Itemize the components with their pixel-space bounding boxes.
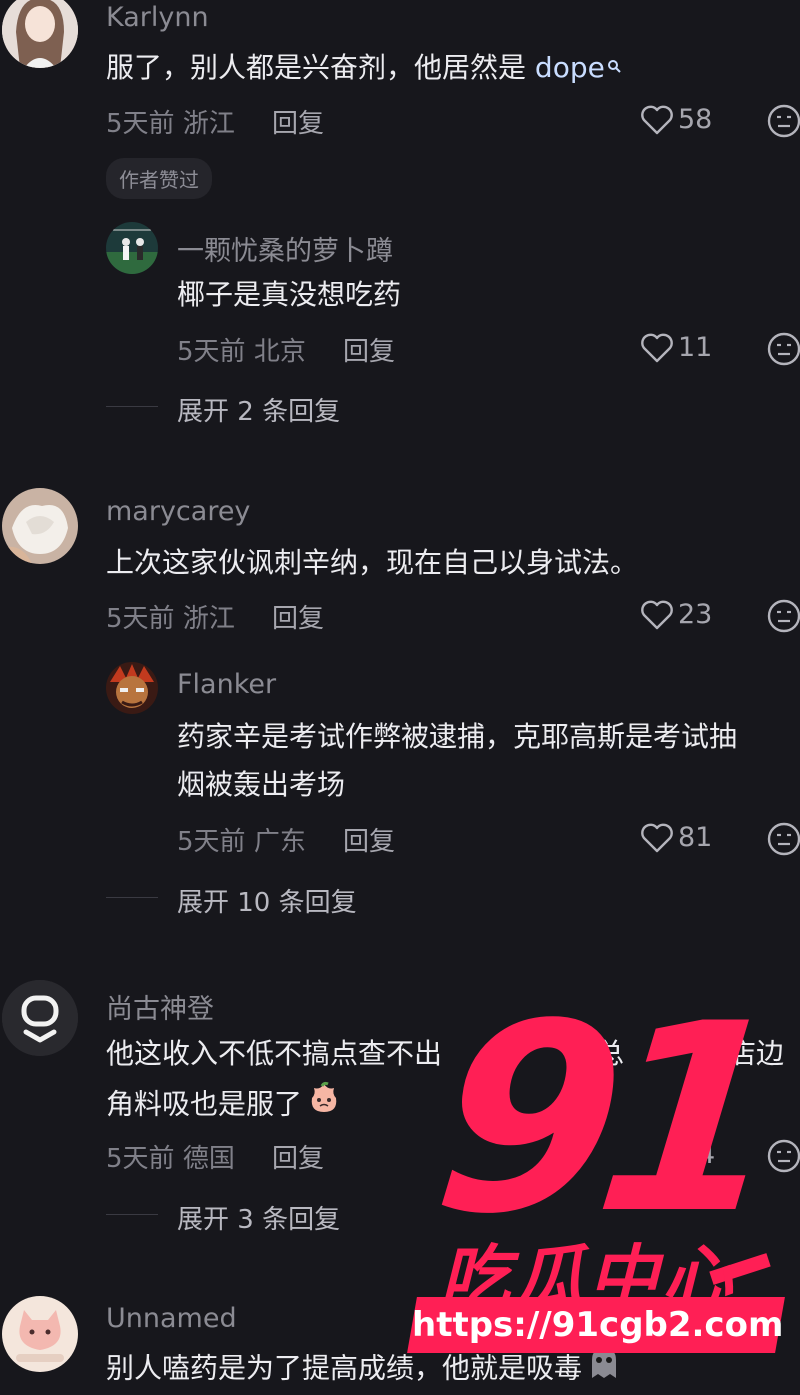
like-count: 81: [678, 822, 713, 853]
like-button[interactable]: 81: [640, 822, 712, 853]
watermark-url: https://91cgb2.com: [412, 1305, 784, 1345]
comment-meta: 5天前 浙江: [106, 604, 235, 634]
comment-text: 服了，别人都是兴奋剂，他居然是 dope: [106, 44, 621, 92]
emoji-react-icon[interactable]: [767, 599, 800, 633]
comment-text: 上次这家伙讽刺辛纳，现在自己以身试法。: [106, 546, 639, 579]
like-button[interactable]: 11: [640, 332, 712, 363]
reply-username[interactable]: Flanker: [177, 669, 276, 700]
reply-meta: 5天前 广东: [177, 827, 306, 857]
avatar[interactable]: [106, 662, 158, 714]
like-count: 58: [678, 104, 713, 135]
reply-meta: 5天前 北京: [177, 337, 306, 367]
comment-username[interactable]: Karlynn: [106, 2, 209, 33]
reply-button[interactable]: 回复: [272, 103, 324, 140]
avatar[interactable]: [2, 0, 78, 68]
expand-replies-button[interactable]: 展开 10 条回复: [177, 882, 357, 919]
emoji-react-icon[interactable]: [767, 104, 800, 138]
expand-replies-button[interactable]: 展开 2 条回复: [177, 391, 340, 428]
heart-icon: [641, 105, 673, 134]
emoji-react-icon[interactable]: [767, 1139, 800, 1173]
avatar[interactable]: [2, 488, 78, 564]
emoji-react-icon[interactable]: [767, 822, 800, 856]
comment-meta: 5天前 德国: [106, 1144, 235, 1174]
heart-icon: [641, 600, 673, 629]
reply-button[interactable]: 回复: [343, 821, 395, 858]
like-button[interactable]: 23: [640, 599, 712, 630]
heart-icon: [641, 333, 673, 362]
emoji-react-icon[interactable]: [767, 332, 800, 366]
reply-button[interactable]: 回复: [343, 331, 395, 368]
comment-username[interactable]: marycarey: [106, 496, 250, 527]
avatar[interactable]: [2, 980, 78, 1056]
avatar[interactable]: [2, 1296, 78, 1372]
peach-emoji-icon: [306, 1080, 342, 1131]
reply-username[interactable]: 一颗忧桑的萝卜蹲: [177, 229, 393, 268]
watermark-url-banner: https://91cgb2.com: [407, 1297, 785, 1353]
reply-button[interactable]: 回复: [272, 598, 324, 635]
like-count: 11: [678, 332, 713, 363]
reply-text: 药家辛是考试作弊被逮捕，克耶高斯是考试抽: [177, 720, 738, 753]
divider: [106, 897, 158, 898]
author-liked-badge: 作者赞过: [106, 158, 212, 199]
avatar[interactable]: [106, 222, 158, 274]
reply-text: 椰子是真没想吃药: [177, 278, 402, 311]
search-icon[interactable]: [607, 44, 621, 92]
comment-text: 他这收入不低不搞点查不出: [106, 1037, 443, 1070]
comment-text-line-2: 角料吸也是服了: [106, 1080, 342, 1131]
expand-replies-button[interactable]: 展开 3 条回复: [177, 1199, 340, 1236]
reply-text-line-2: 烟被轰出考场: [177, 768, 346, 801]
divider: [106, 406, 158, 407]
reply-button[interactable]: 回复: [272, 1138, 324, 1175]
comment-username[interactable]: Unnamed: [106, 1303, 237, 1334]
like-count: 23: [678, 599, 713, 630]
divider: [106, 1214, 158, 1215]
heart-icon: [641, 823, 673, 852]
comment-meta: 5天前 浙江: [106, 109, 235, 139]
search-link[interactable]: dope: [535, 51, 605, 84]
watermark-logo-number: 91: [424, 969, 778, 1271]
comment-username[interactable]: 尚古神登: [106, 987, 214, 1026]
like-button[interactable]: 58: [640, 104, 712, 135]
